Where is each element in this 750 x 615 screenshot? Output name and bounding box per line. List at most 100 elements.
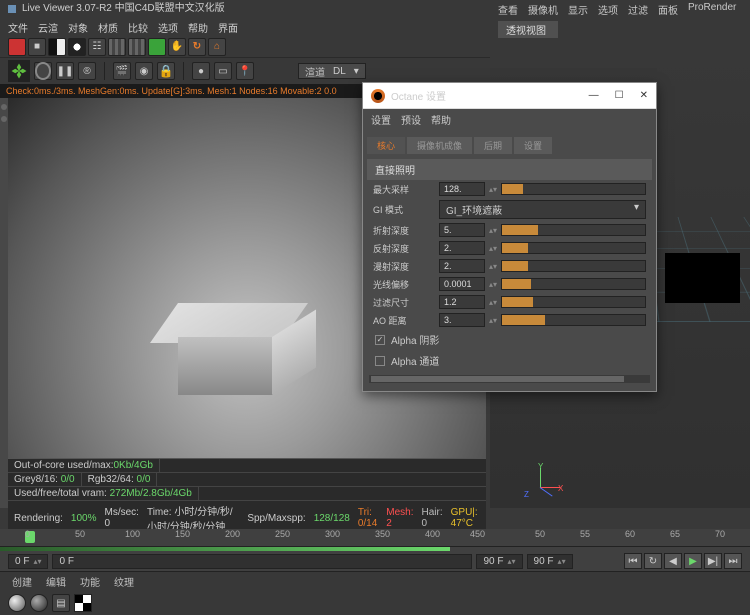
- minimize-button[interactable]: —: [589, 90, 599, 101]
- clapper-icon[interactable]: 🎬: [113, 62, 131, 80]
- tab-create[interactable]: 创建: [12, 574, 32, 589]
- spinner-icon[interactable]: ▴▾: [489, 226, 497, 235]
- strip-dot[interactable]: [1, 104, 7, 110]
- tab-texture[interactable]: 纹理: [114, 574, 134, 589]
- home-icon[interactable]: ⌂: [208, 38, 226, 56]
- dialog-scrollbar[interactable]: [369, 375, 650, 383]
- tab-post[interactable]: 后期: [474, 137, 512, 154]
- max-samples-input[interactable]: 128.: [439, 182, 485, 196]
- rmenu-view[interactable]: 查看: [498, 2, 518, 17]
- maximize-button[interactable]: ☐: [615, 90, 624, 101]
- rmenu-filter[interactable]: 过滤: [628, 2, 648, 17]
- dialog-tabs: 核心 摄像机成像 后期 设置: [367, 134, 652, 157]
- ao-dist-slider[interactable]: [501, 314, 646, 326]
- rmenu-camera[interactable]: 摄像机: [528, 2, 558, 17]
- filter-input[interactable]: 1.2: [439, 295, 485, 309]
- hand-icon[interactable]: ✋: [168, 38, 186, 56]
- spinner-icon[interactable]: ▴▾: [489, 185, 497, 194]
- strip-dot[interactable]: [1, 116, 7, 122]
- frame-box1[interactable]: 90 F▴▾: [476, 554, 522, 569]
- reload-icon[interactable]: [34, 62, 52, 80]
- menu-help[interactable]: 帮助: [188, 20, 208, 34]
- tab-kernel[interactable]: 核心: [367, 137, 405, 154]
- octane-logo-icon[interactable]: [8, 60, 30, 82]
- menu-material[interactable]: 材质: [98, 20, 118, 34]
- max-samples-slider[interactable]: [501, 183, 646, 195]
- channel-select[interactable]: 渲道 DL ▾: [298, 63, 366, 79]
- sphere-icon[interactable]: ●: [192, 62, 210, 80]
- render-cube: [178, 323, 308, 403]
- record-icon[interactable]: [8, 38, 26, 56]
- levels-icon[interactable]: ☷: [88, 38, 106, 56]
- goto-end-button[interactable]: ⏭: [724, 553, 742, 569]
- region-icon[interactable]: ®: [78, 62, 96, 80]
- grid2-icon[interactable]: [128, 38, 146, 56]
- material-checker-icon[interactable]: [74, 594, 92, 612]
- ao-dist-input[interactable]: 3.: [439, 313, 485, 327]
- axis-gizmo: Y X Z: [520, 458, 560, 498]
- menu-compare[interactable]: 比较: [128, 20, 148, 34]
- goto-start-button[interactable]: ⏮: [624, 553, 642, 569]
- spinner-icon[interactable]: ▴▾: [489, 244, 497, 253]
- dlg-menu-settings[interactable]: 设置: [371, 112, 391, 127]
- right-menubar: 查看 摄像机 显示 选项 过滤 面板 ProRender: [490, 0, 750, 19]
- material-swatch-dark[interactable]: [30, 594, 48, 612]
- rmenu-display[interactable]: 显示: [568, 2, 588, 17]
- play-button[interactable]: ▶: [684, 553, 702, 569]
- alpha-channel-checkbox[interactable]: [375, 356, 385, 366]
- menu-interface[interactable]: 界面: [218, 20, 238, 34]
- dlg-menu-presets[interactable]: 预设: [401, 112, 421, 127]
- frame-start-field[interactable]: 0 F▴▾: [8, 554, 48, 569]
- scrollbar-thumb[interactable]: [371, 376, 624, 382]
- frame-end-field[interactable]: 90 F▴▾: [527, 554, 573, 569]
- aperture-icon[interactable]: ◉: [135, 62, 153, 80]
- prev-frame-button[interactable]: ↻: [644, 553, 662, 569]
- spec-depth-slider[interactable]: [501, 224, 646, 236]
- rmenu-options[interactable]: 选项: [598, 2, 618, 17]
- green-dot-icon[interactable]: [148, 38, 166, 56]
- tab-settings[interactable]: 设置: [514, 137, 552, 154]
- tab-camera-imager[interactable]: 摄像机成像: [407, 137, 472, 154]
- spinner-icon[interactable]: ▴▾: [489, 262, 497, 271]
- menu-object[interactable]: 对象: [68, 20, 88, 34]
- menu-file[interactable]: 文件: [8, 20, 28, 34]
- pause-icon[interactable]: ❚❚: [56, 62, 74, 80]
- refresh-icon[interactable]: ↻: [188, 38, 206, 56]
- rmenu-prorender[interactable]: ProRender: [688, 2, 736, 17]
- spinner-icon[interactable]: ▴▾: [489, 316, 497, 325]
- ray-eps-input[interactable]: 0.0001: [439, 277, 485, 291]
- dialog-titlebar[interactable]: Octane 设置 — ☐ ✕: [363, 83, 656, 109]
- timeline-ruler[interactable]: 0 50 100 150 200 250 300 350 400 450 50 …: [0, 529, 750, 547]
- exposure-icon[interactable]: [68, 38, 86, 56]
- lock-icon[interactable]: 🔒: [157, 62, 175, 80]
- rmenu-panel[interactable]: 面板: [658, 2, 678, 17]
- spec-depth-input[interactable]: 5.: [439, 223, 485, 237]
- dlg-menu-help[interactable]: 帮助: [431, 112, 451, 127]
- contrast-icon[interactable]: [48, 38, 66, 56]
- tab-edit[interactable]: 编辑: [46, 574, 66, 589]
- gi-mode-select[interactable]: GI_环境遮蔽▾: [439, 200, 646, 219]
- menu-options[interactable]: 选项: [158, 20, 178, 34]
- diff-depth-input[interactable]: 2.: [439, 241, 485, 255]
- perspective-tab[interactable]: 透视视图: [498, 21, 558, 38]
- play-back-button[interactable]: ◀: [664, 553, 682, 569]
- close-button[interactable]: ✕: [640, 90, 648, 101]
- frame-current-field[interactable]: 0 F: [52, 554, 472, 569]
- filter-slider[interactable]: [501, 296, 646, 308]
- stop-icon[interactable]: ■: [28, 38, 46, 56]
- material-stack-icon[interactable]: ▤: [52, 594, 70, 612]
- next-frame-button[interactable]: ▶|: [704, 553, 722, 569]
- diff-depth-slider[interactable]: [501, 242, 646, 254]
- picker-icon[interactable]: ▭: [214, 62, 232, 80]
- material-swatch[interactable]: [8, 594, 26, 612]
- menu-cloud[interactable]: 云渲: [38, 20, 58, 34]
- spinner-icon[interactable]: ▴▾: [489, 298, 497, 307]
- pin-icon[interactable]: 📍: [236, 62, 254, 80]
- glossy-depth-slider[interactable]: [501, 260, 646, 272]
- grid-icon[interactable]: [108, 38, 126, 56]
- alpha-shadow-checkbox[interactable]: ✓: [375, 335, 385, 345]
- glossy-depth-input[interactable]: 2.: [439, 259, 485, 273]
- tab-function[interactable]: 功能: [80, 574, 100, 589]
- spinner-icon[interactable]: ▴▾: [489, 280, 497, 289]
- ray-eps-slider[interactable]: [501, 278, 646, 290]
